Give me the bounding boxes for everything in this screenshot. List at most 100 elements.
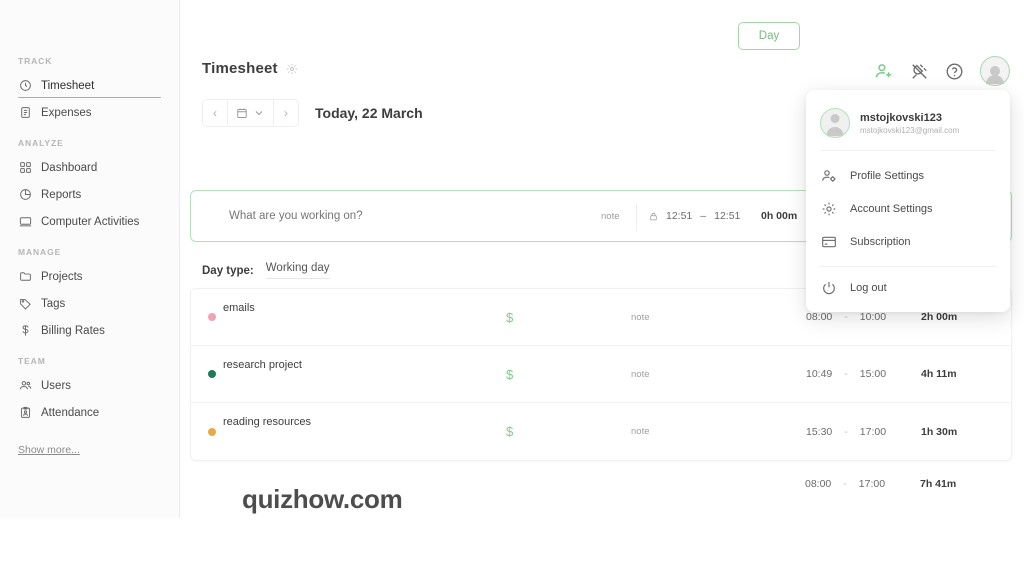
- totals-time-range: 08:00 - 17:00: [805, 478, 885, 490]
- avatar-button[interactable]: [980, 56, 1010, 86]
- divider: [636, 203, 637, 231]
- avatar-body: [826, 127, 844, 136]
- gear-icon[interactable]: [286, 63, 298, 75]
- date-picker-button[interactable]: [227, 100, 274, 126]
- dollar-icon: [18, 324, 32, 338]
- menu-item-label: Log out: [850, 281, 887, 294]
- entry-description[interactable]: research project: [223, 359, 302, 371]
- sidebar-item-dashboard[interactable]: Dashboard: [0, 154, 179, 181]
- table-row[interactable]: research project $ note 10:49 - 15:00 4h…: [191, 346, 1011, 403]
- time-dash: -: [844, 368, 848, 380]
- sidebar-item-billing-rates[interactable]: Billing Rates: [0, 317, 179, 344]
- help-circle-icon[interactable]: [945, 62, 964, 81]
- timer-start-time[interactable]: 12:51: [666, 210, 692, 222]
- project-color-dot: [208, 427, 216, 436]
- sidebar-item-label: Expenses: [41, 106, 92, 119]
- timer-description-input[interactable]: [229, 210, 569, 222]
- timer-time-range: 12:51 – 12:51: [649, 210, 740, 222]
- dropdown-logout-group: Log out: [806, 267, 1010, 304]
- page-title: Timesheet: [202, 60, 278, 77]
- project-color-dot: [208, 313, 216, 321]
- app-window: TRACK Timesheet Expenses ANALYZE Dashboa…: [0, 0, 1024, 576]
- calendar-icon: [236, 107, 248, 119]
- day-type-select[interactable]: Working day: [265, 262, 330, 279]
- entry-end-time[interactable]: 10:00: [860, 311, 886, 323]
- current-date-label: Today, 22 March: [315, 105, 423, 121]
- totals-duration: 7h 41m: [920, 478, 957, 490]
- menu-item-subscription[interactable]: Subscription: [806, 225, 1010, 258]
- sidebar-group-label-track: TRACK: [18, 56, 53, 66]
- entry-note-button[interactable]: note: [631, 369, 650, 380]
- view-mode-day-button[interactable]: Day: [738, 22, 800, 50]
- entry-time-range: 10:49 - 15:00: [806, 368, 886, 380]
- entry-time-range: 08:00 - 10:00: [806, 311, 886, 323]
- user-gear-icon: [820, 167, 837, 184]
- account-username: mstojkovski123: [860, 111, 942, 124]
- header-actions: [874, 56, 1010, 86]
- pie-chart-icon: [18, 188, 32, 202]
- users-icon: [18, 379, 32, 393]
- time-dash: –: [700, 210, 707, 222]
- timer-note-button[interactable]: note: [601, 211, 620, 222]
- totals-end-time: 17:00: [858, 478, 886, 490]
- active-underline: [18, 96, 161, 98]
- sidebar-item-users[interactable]: Users: [0, 372, 179, 399]
- entry-start-time[interactable]: 15:30: [806, 426, 832, 438]
- entry-end-time[interactable]: 17:00: [860, 426, 886, 438]
- entry-start-time[interactable]: 10:49: [806, 368, 832, 380]
- billable-icon[interactable]: $: [506, 367, 513, 382]
- table-row[interactable]: reading resources $ note 15:30 - 17:00 1…: [191, 403, 1011, 460]
- tag-icon: [18, 297, 32, 311]
- entry-description[interactable]: reading resources: [223, 416, 311, 428]
- entry-start-time[interactable]: 08:00: [806, 311, 832, 323]
- sidebar-group-label-team: TEAM: [18, 356, 46, 366]
- add-user-icon[interactable]: [874, 61, 894, 81]
- time-entries-list: emails $ note 08:00 - 10:00 2h 00m resea…: [190, 288, 1012, 461]
- menu-item-account-settings[interactable]: Account Settings: [806, 192, 1010, 225]
- timer-end-time[interactable]: 12:51: [714, 210, 740, 222]
- sidebar-item-computer-activities[interactable]: Computer Activities: [0, 208, 179, 235]
- sidebar-show-more-link[interactable]: Show more...: [0, 444, 179, 456]
- sidebar-item-expenses[interactable]: Expenses: [0, 99, 179, 126]
- sidebar-group-analyze: ANALYZE Dashboard Reports Computer Activ…: [0, 138, 179, 235]
- entry-description[interactable]: emails: [223, 302, 255, 314]
- account-email: mstojkovski123@gmail.com: [860, 125, 960, 135]
- menu-item-log-out[interactable]: Log out: [806, 271, 1010, 304]
- avatar: [820, 108, 850, 138]
- project-color-dot: [208, 370, 216, 378]
- account-dropdown-menu: mstojkovski123 mstojkovski123@gmail.com …: [806, 90, 1010, 312]
- entry-note-button[interactable]: note: [631, 312, 650, 323]
- menu-item-profile-settings[interactable]: Profile Settings: [806, 159, 1010, 192]
- prev-day-button[interactable]: ‹: [203, 100, 227, 126]
- time-dash: -: [844, 425, 848, 438]
- sidebar-group-manage: MANAGE Projects Tags Billing Rates: [0, 247, 179, 344]
- billable-icon[interactable]: $: [506, 310, 513, 325]
- sidebar-item-projects[interactable]: Projects: [0, 263, 179, 290]
- sidebar-group-track: TRACK Timesheet Expenses: [0, 56, 179, 126]
- entry-note-button[interactable]: note: [631, 426, 650, 437]
- sidebar-item-attendance[interactable]: Attendance: [0, 399, 179, 426]
- menu-item-label: Profile Settings: [850, 169, 924, 182]
- sidebar-item-reports[interactable]: Reports: [0, 181, 179, 208]
- sidebar-item-label: Billing Rates: [41, 324, 105, 337]
- billable-icon[interactable]: $: [506, 424, 513, 439]
- totals-start-time: 08:00: [805, 478, 832, 490]
- avatar[interactable]: [980, 56, 1010, 86]
- sidebar-item-tags[interactable]: Tags: [0, 290, 179, 317]
- sidebar-group-team: TEAM Users Attendance: [0, 356, 179, 426]
- plug-icon[interactable]: [910, 62, 929, 81]
- gear-icon: [820, 200, 837, 217]
- day-type-label: Day type:: [202, 264, 254, 277]
- clipboard-person-icon: [18, 406, 32, 420]
- menu-item-label: Account Settings: [850, 202, 933, 215]
- sidebar-group-label-analyze: ANALYZE: [18, 138, 64, 148]
- entry-end-time[interactable]: 15:00: [860, 368, 886, 380]
- next-day-button[interactable]: ›: [274, 100, 298, 126]
- dropdown-user-info: mstojkovski123 mstojkovski123@gmail.com: [806, 100, 1010, 150]
- sidebar-item-label: Timesheet: [41, 79, 95, 92]
- lock-icon: [649, 212, 658, 221]
- entry-duration: 1h 30m: [921, 425, 958, 438]
- avatar-head: [830, 114, 840, 123]
- credit-card-icon: [820, 233, 837, 250]
- sidebar-item-timesheet[interactable]: Timesheet: [0, 72, 179, 99]
